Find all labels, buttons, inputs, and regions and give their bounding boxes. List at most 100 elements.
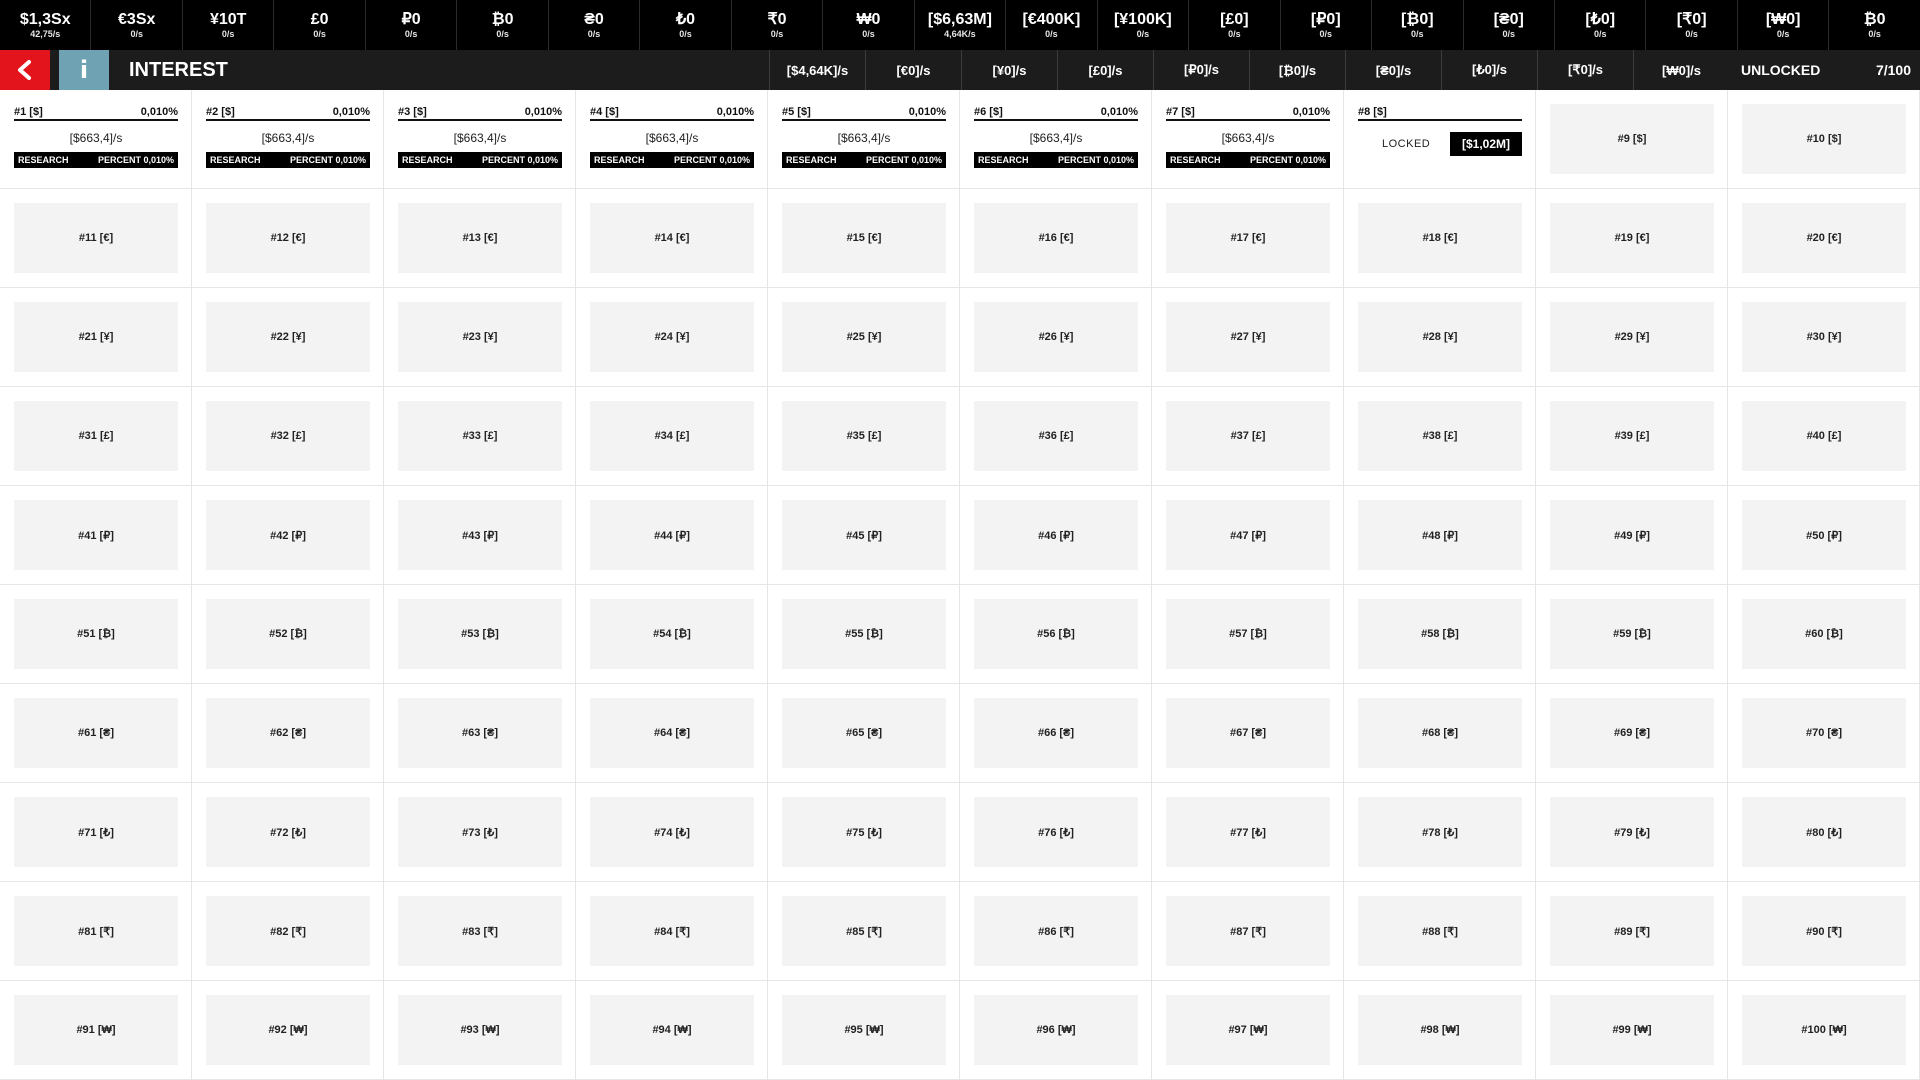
research-button[interactable]: RESEARCH bbox=[1170, 155, 1221, 165]
interest-tile[interactable]: #15 [€] bbox=[782, 203, 946, 273]
interest-tile[interactable]: #23 [¥] bbox=[398, 302, 562, 372]
interest-tile[interactable]: #78 [₺] bbox=[1358, 797, 1522, 867]
interest-tile[interactable]: #86 [₹] bbox=[974, 896, 1138, 966]
research-button[interactable]: RESEARCH bbox=[210, 155, 261, 165]
interest-tile[interactable]: #30 [¥] bbox=[1742, 302, 1906, 372]
interest-tile[interactable]: #9 [$] bbox=[1550, 104, 1714, 174]
interest-tile[interactable]: #60 [₿] bbox=[1742, 599, 1906, 669]
research-button[interactable]: RESEARCH bbox=[402, 155, 453, 165]
interest-tile[interactable]: #27 [¥] bbox=[1166, 302, 1330, 372]
interest-tile[interactable]: #70 [₴] bbox=[1742, 698, 1906, 768]
interest-tile[interactable]: #63 [₴] bbox=[398, 698, 562, 768]
interest-tile[interactable]: #25 [¥] bbox=[782, 302, 946, 372]
interest-tile[interactable]: #38 [£] bbox=[1358, 401, 1522, 471]
interest-tile[interactable]: #100 [₩] bbox=[1742, 995, 1906, 1065]
interest-tile[interactable]: #12 [€] bbox=[206, 203, 370, 273]
interest-tile[interactable]: #48 [₽] bbox=[1358, 500, 1522, 570]
interest-tile[interactable]: #40 [£] bbox=[1742, 401, 1906, 471]
research-button[interactable]: RESEARCH bbox=[786, 155, 837, 165]
interest-tile[interactable]: #80 [₺] bbox=[1742, 797, 1906, 867]
interest-tile[interactable]: #49 [₽] bbox=[1550, 500, 1714, 570]
interest-tile[interactable]: #79 [₺] bbox=[1550, 797, 1714, 867]
interest-tile[interactable]: #28 [¥] bbox=[1358, 302, 1522, 372]
interest-tile[interactable]: #97 [₩] bbox=[1166, 995, 1330, 1065]
interest-tile[interactable]: #11 [€] bbox=[14, 203, 178, 273]
rate-tab[interactable]: [£0]/s bbox=[1057, 50, 1153, 90]
interest-tile[interactable]: #59 [₿] bbox=[1550, 599, 1714, 669]
research-button[interactable]: RESEARCH bbox=[978, 155, 1029, 165]
interest-tile[interactable]: #92 [₩] bbox=[206, 995, 370, 1065]
interest-tile[interactable]: #67 [₴] bbox=[1166, 698, 1330, 768]
interest-tile[interactable]: #93 [₩] bbox=[398, 995, 562, 1065]
interest-tile[interactable]: #21 [¥] bbox=[14, 302, 178, 372]
interest-tile[interactable]: #56 [₿] bbox=[974, 599, 1138, 669]
interest-tile[interactable]: #81 [₹] bbox=[14, 896, 178, 966]
interest-tile[interactable]: #64 [₴] bbox=[590, 698, 754, 768]
interest-tile[interactable]: #61 [₴] bbox=[14, 698, 178, 768]
interest-tile[interactable]: #24 [¥] bbox=[590, 302, 754, 372]
interest-tile[interactable]: #55 [₿] bbox=[782, 599, 946, 669]
back-button[interactable] bbox=[0, 50, 50, 90]
interest-tile[interactable]: #96 [₩] bbox=[974, 995, 1138, 1065]
interest-tile[interactable]: #89 [₹] bbox=[1550, 896, 1714, 966]
rate-tab[interactable]: [₹0]/s bbox=[1537, 50, 1633, 90]
interest-tile[interactable]: #66 [₴] bbox=[974, 698, 1138, 768]
interest-tile[interactable]: #31 [£] bbox=[14, 401, 178, 471]
interest-tile[interactable]: #10 [$] bbox=[1742, 104, 1906, 174]
interest-tile[interactable]: #82 [₹] bbox=[206, 896, 370, 966]
interest-tile[interactable]: #72 [₺] bbox=[206, 797, 370, 867]
interest-tile[interactable]: #54 [₿] bbox=[590, 599, 754, 669]
interest-tile[interactable]: #52 [₿] bbox=[206, 599, 370, 669]
interest-tile[interactable]: #51 [₿] bbox=[14, 599, 178, 669]
interest-tile[interactable]: #50 [₽] bbox=[1742, 500, 1906, 570]
interest-tile[interactable]: #91 [₩] bbox=[14, 995, 178, 1065]
interest-tile[interactable]: #62 [₴] bbox=[206, 698, 370, 768]
interest-tile[interactable]: #39 [£] bbox=[1550, 401, 1714, 471]
rate-tab[interactable]: [$4,64K]/s bbox=[769, 50, 865, 90]
rate-tab[interactable]: [₩0]/s bbox=[1633, 50, 1729, 90]
interest-tile[interactable]: #57 [₿] bbox=[1166, 599, 1330, 669]
interest-tile[interactable]: #87 [₹] bbox=[1166, 896, 1330, 966]
interest-tile[interactable]: #99 [₩] bbox=[1550, 995, 1714, 1065]
interest-tile[interactable]: #71 [₺] bbox=[14, 797, 178, 867]
interest-tile[interactable]: #26 [¥] bbox=[974, 302, 1138, 372]
interest-tile[interactable]: #68 [₴] bbox=[1358, 698, 1522, 768]
interest-tile[interactable]: #34 [£] bbox=[590, 401, 754, 471]
interest-tile[interactable]: #58 [₿] bbox=[1358, 599, 1522, 669]
interest-tile[interactable]: #18 [€] bbox=[1358, 203, 1522, 273]
interest-tile[interactable]: #73 [₺] bbox=[398, 797, 562, 867]
interest-tile[interactable]: #22 [¥] bbox=[206, 302, 370, 372]
info-button[interactable]: i bbox=[59, 50, 109, 90]
interest-tile[interactable]: #69 [₴] bbox=[1550, 698, 1714, 768]
interest-tile[interactable]: #14 [€] bbox=[590, 203, 754, 273]
interest-tile[interactable]: #42 [₽] bbox=[206, 500, 370, 570]
interest-tile[interactable]: #17 [€] bbox=[1166, 203, 1330, 273]
interest-tile[interactable]: #74 [₺] bbox=[590, 797, 754, 867]
interest-tile[interactable]: #16 [€] bbox=[974, 203, 1138, 273]
interest-tile[interactable]: #90 [₹] bbox=[1742, 896, 1906, 966]
interest-tile[interactable]: #36 [£] bbox=[974, 401, 1138, 471]
interest-tile[interactable]: #41 [₽] bbox=[14, 500, 178, 570]
interest-tile[interactable]: #43 [₽] bbox=[398, 500, 562, 570]
rate-tab[interactable]: [₺0]/s bbox=[1441, 50, 1537, 90]
interest-tile[interactable]: #85 [₹] bbox=[782, 896, 946, 966]
rate-tab[interactable]: [¥0]/s bbox=[961, 50, 1057, 90]
rate-tab[interactable]: [₿0]/s bbox=[1249, 50, 1345, 90]
interest-tile[interactable]: #29 [¥] bbox=[1550, 302, 1714, 372]
interest-tile[interactable]: #76 [₺] bbox=[974, 797, 1138, 867]
interest-tile[interactable]: #33 [£] bbox=[398, 401, 562, 471]
research-button[interactable]: RESEARCH bbox=[18, 155, 69, 165]
interest-tile[interactable]: #53 [₿] bbox=[398, 599, 562, 669]
interest-tile[interactable]: #75 [₺] bbox=[782, 797, 946, 867]
interest-tile[interactable]: #94 [₩] bbox=[590, 995, 754, 1065]
interest-tile[interactable]: #88 [₹] bbox=[1358, 896, 1522, 966]
interest-tile[interactable]: #46 [₽] bbox=[974, 500, 1138, 570]
interest-tile[interactable]: #44 [₽] bbox=[590, 500, 754, 570]
interest-tile[interactable]: #13 [€] bbox=[398, 203, 562, 273]
interest-tile[interactable]: #95 [₩] bbox=[782, 995, 946, 1065]
research-button[interactable]: RESEARCH bbox=[594, 155, 645, 165]
interest-tile[interactable]: #77 [₺] bbox=[1166, 797, 1330, 867]
interest-tile[interactable]: #20 [€] bbox=[1742, 203, 1906, 273]
rate-tab[interactable]: [₽0]/s bbox=[1153, 50, 1249, 90]
rate-tab[interactable]: [₴0]/s bbox=[1345, 50, 1441, 90]
